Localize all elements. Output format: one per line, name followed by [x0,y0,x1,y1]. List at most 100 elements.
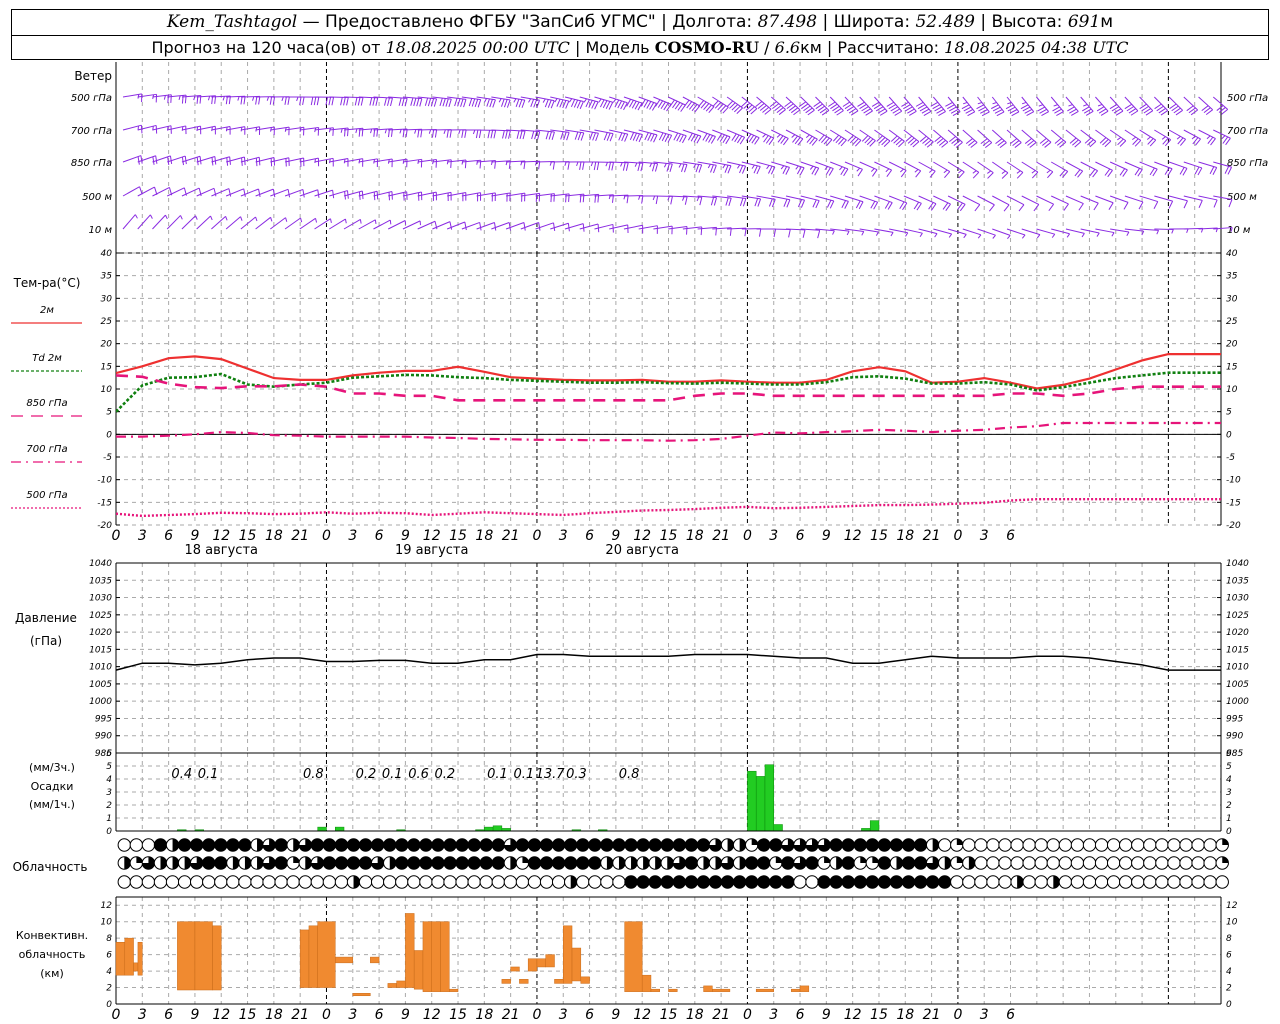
wind-barb-flag [170,94,172,103]
cloud-circle [938,875,952,889]
wind-barb-flag [534,131,538,140]
wind-barb-flag [140,155,143,164]
x-tick-label: 12 [212,528,230,544]
cloud-circle [1119,875,1133,889]
cloud-symbol [346,838,361,852]
wind-barb-flag [375,97,379,106]
cloud-symbol [286,875,300,889]
wind-barb-flag [605,162,608,167]
wind-barb-shaft [1065,161,1083,172]
wind-barb-flag [269,96,273,105]
convective-bar [387,983,397,988]
wind-barb-shaft [505,222,525,230]
cloud-circle [1058,875,1073,889]
cloud-half [836,856,843,870]
cloud-circle [660,838,674,852]
wind-barb [962,129,978,148]
precip-tick-left: 0 [106,827,112,837]
wind-barb-flag [591,100,596,109]
wind-barb-flag [360,97,364,106]
cloud-symbol [479,875,493,889]
wind-barb [1095,161,1113,178]
cloud-circle [744,856,759,870]
wind-barb-flag [710,164,714,173]
cloud-symbol [1034,838,1048,852]
wind-level-label-left: 500 м [82,192,112,203]
cloud-symbol [202,838,216,852]
wind-barb-flag [225,216,228,221]
convective-bar [194,921,213,991]
wind-barb [299,127,320,136]
cloud-symbol [684,875,699,889]
x-tick-label: 6 [164,528,173,544]
wind-barb-flag [580,132,585,141]
wind-barb-flag [398,97,402,106]
cloud-quarter [956,856,963,863]
wind-barb-flag [542,98,546,103]
cloud-symbol [503,856,518,870]
wind-barb [1124,161,1143,177]
wind-barb [991,129,1007,149]
cloud-circle [853,875,867,889]
x-tick-label: 9 [401,528,410,544]
wind-barb-flag [786,199,791,208]
x-tick-label: 9 [822,1007,831,1023]
wind-barb [240,126,261,135]
y-tick-label-right: 35 [1226,272,1238,282]
wind-barb [314,157,334,167]
wind-barb-flag [554,98,558,103]
wind-barb-flag [858,201,864,210]
wind-barb-flag [609,133,614,142]
wind-barb [373,158,393,168]
cloud-circle [202,856,216,870]
cloud-symbol [648,856,662,870]
wind-barb-flag [545,131,549,140]
wind-barb-flag [413,97,417,107]
cloud-circle [805,856,819,870]
cloud-circle [1131,838,1145,852]
x-tick-label: 12 [212,1007,230,1023]
conv-tick-right: 6 [1226,951,1232,961]
x-tick-label: 3 [769,1007,778,1023]
wind-barb-shaft [564,223,584,230]
wind-barb-flag [155,155,158,164]
cloud-symbol [346,856,361,870]
cloud-circle [443,875,457,889]
cloud-circle [1191,856,1205,870]
wind-barb-flag [658,132,664,141]
wind-barb-flag [538,222,541,231]
wind-barb-flag [861,231,865,236]
y-tick-label-right: 30 [1226,294,1238,304]
wind-barb [1080,96,1094,116]
cloud-symbol [370,875,385,889]
cloud-symbol [407,856,421,870]
wind-barb-flag [1153,201,1159,209]
cloud-circle [1022,838,1036,852]
cloud-symbol [286,838,300,852]
cloud-circle [1119,856,1133,870]
cloud-circle [564,838,578,852]
wind-barb-flag [547,99,552,108]
cloud-circle [720,875,735,889]
wind-barb-flag [944,171,951,179]
wind-barb-flag [1068,104,1073,107]
cloud-half [184,856,191,870]
wind-barb-flag [449,221,453,230]
cloud-circle [407,875,421,889]
cloud-circle [1022,856,1036,870]
wind-barb-flag [590,161,594,167]
cloud-circle [1046,856,1061,870]
cloud-symbol [1058,856,1073,870]
wind-barb-flag [505,130,508,139]
wind-level-label-right: 700 гПа [1227,126,1268,137]
wind-barb-flag [809,165,814,170]
cloud-half [715,856,722,870]
cloud-circle [177,838,192,852]
wind-barb [638,225,658,234]
cloud-symbol [383,838,397,852]
cloud-symbol [769,838,783,852]
cloud-symbol [805,875,819,889]
wind-barb-flag [502,130,505,139]
wind-barb-flag [420,129,423,138]
wind-barb-flag [463,99,467,108]
